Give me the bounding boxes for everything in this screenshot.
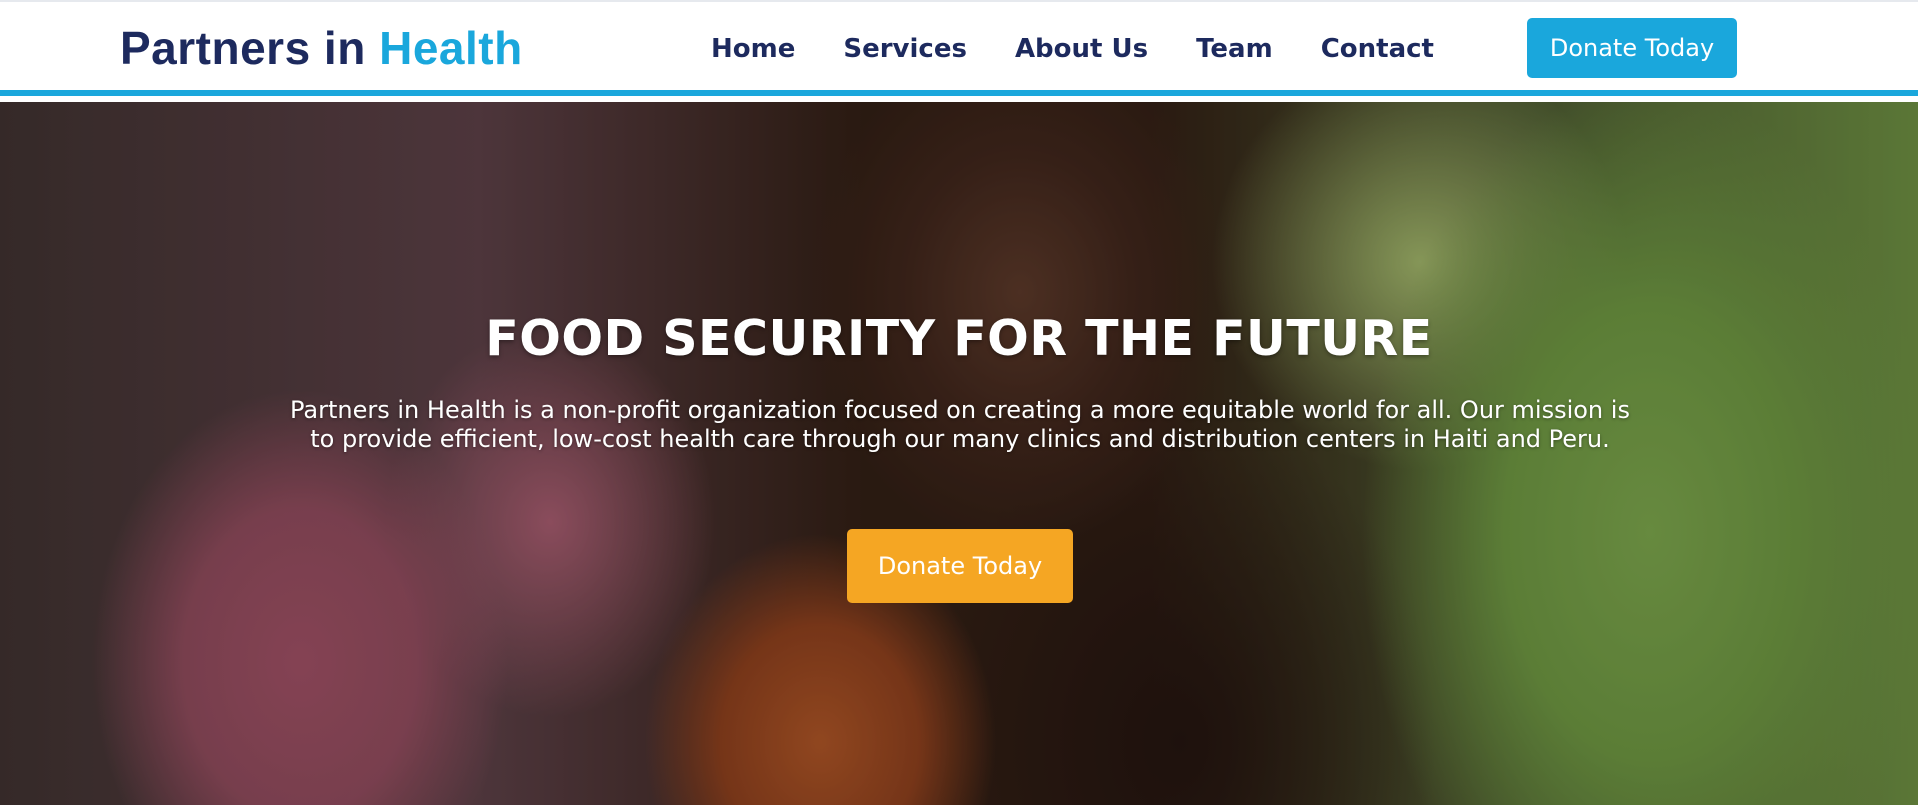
hero-donate-button[interactable]: Donate Today <box>847 529 1073 603</box>
hero-section: FOOD SECURITY FOR THE FUTURE Partners in… <box>0 102 1918 805</box>
logo-text-primary: Partners in <box>120 22 366 74</box>
nav-services-link[interactable]: Services <box>843 32 967 66</box>
site-logo[interactable]: Partners in Health <box>120 22 523 74</box>
header-donate-button[interactable]: Donate Today <box>1527 18 1737 78</box>
logo-text-accent: Health <box>379 22 523 74</box>
nav-team-link[interactable]: Team <box>1196 32 1273 66</box>
hero-description: Partners in Health is a non-profit organ… <box>290 396 1630 453</box>
site-header: Partners in Health Home Services About U… <box>0 0 1918 96</box>
main-nav: Home Services About Us Team Contact <box>711 32 1434 66</box>
hero-title: FOOD SECURITY FOR THE FUTURE <box>485 310 1433 367</box>
nav-about-us-link[interactable]: About Us <box>1015 32 1148 66</box>
nav-home-link[interactable]: Home <box>711 32 795 66</box>
nav-contact-link[interactable]: Contact <box>1321 32 1434 66</box>
